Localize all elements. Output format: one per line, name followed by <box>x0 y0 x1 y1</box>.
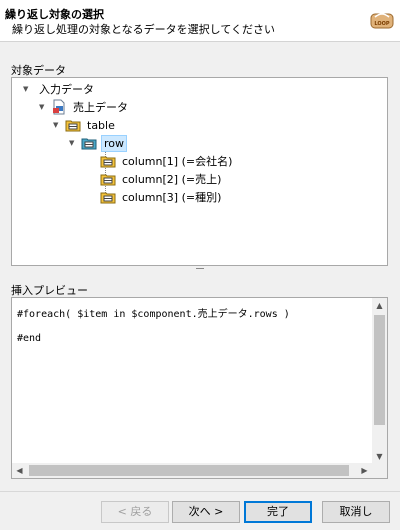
tree-node-column-2[interactable]: column[2] (=売上) <box>100 170 223 188</box>
scroll-up-icon[interactable]: ▲ <box>372 298 387 313</box>
scroll-left-icon[interactable]: ◀ <box>12 463 27 478</box>
horizontal-scrollbar[interactable]: ◀ ▶ <box>12 463 387 478</box>
data-file-icon <box>53 99 65 115</box>
expand-toggle-icon[interactable]: ▼ <box>69 139 77 147</box>
back-button[interactable]: < 戻る <box>101 501 169 523</box>
code-line: #foreach( $item in $component.売上データ.rows… <box>17 309 290 320</box>
page-title: 繰り返し対象の選択 <box>5 8 104 21</box>
scroll-down-icon[interactable]: ▼ <box>372 449 387 464</box>
tree-node-label: column[1] (=会社名) <box>122 155 233 168</box>
folder-icon <box>100 192 116 204</box>
tree-node-label: 売上データ <box>73 101 128 114</box>
data-tree[interactable]: ▼ 入力データ ▼ 売上データ ▼ table ▼ row column[1] … <box>11 77 388 266</box>
tree-node-column-3[interactable]: column[3] (=種別) <box>100 188 223 206</box>
scroll-right-icon[interactable]: ▶ <box>357 463 372 478</box>
next-button[interactable]: 次へ > <box>172 501 240 523</box>
code-line: #end <box>17 333 42 344</box>
expand-toggle-icon[interactable]: ▼ <box>53 121 61 129</box>
insert-preview-area[interactable]: #foreach( $item in $component.売上データ.rows… <box>11 297 388 479</box>
tree-node-label: 入力データ <box>39 83 94 96</box>
tree-node-label-selected: row <box>101 134 128 152</box>
horizontal-scroll-thumb[interactable] <box>29 465 349 476</box>
folder-icon <box>81 138 97 150</box>
vertical-scroll-thumb[interactable] <box>374 315 385 425</box>
loop-logo-icon: LOOP <box>370 13 394 29</box>
cancel-button[interactable]: 取消し <box>322 501 390 523</box>
tree-node-table[interactable]: ▼ table <box>53 116 117 134</box>
tree-node-sales-data[interactable]: ▼ 売上データ <box>39 98 130 116</box>
expand-toggle-icon[interactable]: ▼ <box>23 85 31 93</box>
logo-text: LOOP <box>374 21 390 27</box>
page-description: 繰り返し処理の対象となるデータを選択してください <box>12 23 276 36</box>
vertical-scrollbar[interactable]: ▲ ▼ <box>372 298 387 464</box>
target-data-label: 対象データ <box>11 64 66 77</box>
expand-toggle-icon[interactable]: ▼ <box>39 103 47 111</box>
folder-icon <box>100 156 116 168</box>
pane-splitter-handle[interactable] <box>196 268 204 270</box>
folder-icon <box>100 174 116 186</box>
tree-node-label: column[3] (=種別) <box>122 191 222 204</box>
tree-node-row[interactable]: ▼ row <box>69 134 128 152</box>
folder-icon <box>65 120 81 132</box>
tree-node-input-data[interactable]: ▼ 入力データ <box>23 80 96 98</box>
tree-node-column-1[interactable]: column[1] (=会社名) <box>100 152 234 170</box>
insert-preview-label: 挿入プレビュー <box>11 284 88 297</box>
tree-node-label: table <box>87 118 115 132</box>
tree-node-label: column[2] (=売上) <box>122 173 222 186</box>
footer-divider <box>0 491 400 492</box>
wizard-header: 繰り返し対象の選択 繰り返し処理の対象となるデータを選択してください LOOP <box>0 0 400 42</box>
finish-button[interactable]: 完了 <box>244 501 312 523</box>
